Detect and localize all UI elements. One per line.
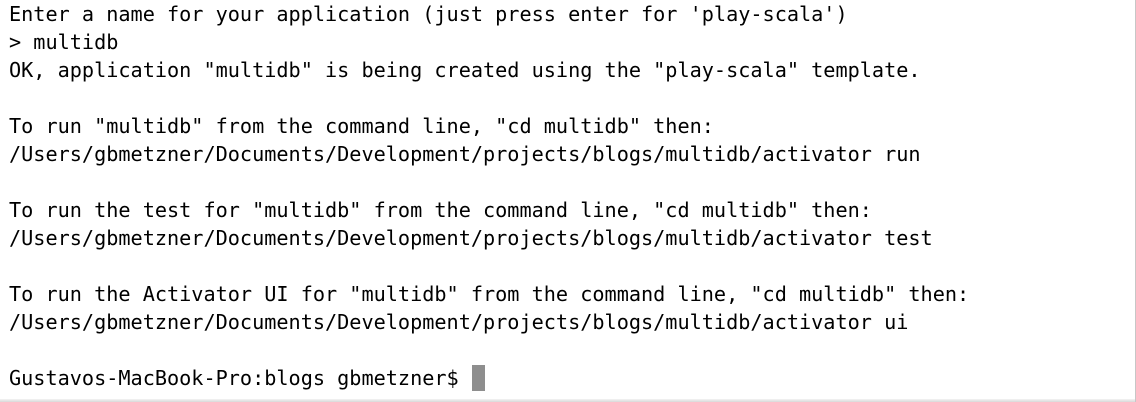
terminal-window[interactable]: Enter a name for your application (just … [0, 0, 1136, 402]
terminal-line: /Users/gbmetzner/Documents/Development/p… [9, 226, 933, 250]
text-cursor [471, 365, 485, 391]
shell-prompt-line[interactable]: Gustavos-MacBook-Pro:blogs gbmetzner$ [9, 364, 1135, 392]
terminal-line: To run "multidb" from the command line, … [9, 114, 714, 138]
terminal-line: OK, application "multidb" is being creat… [9, 58, 921, 82]
shell-prompt: Gustavos-MacBook-Pro:blogs gbmetzner$ [9, 366, 459, 390]
terminal-line: To run the test for "multidb" from the c… [9, 198, 872, 222]
terminal-line: Enter a name for your application (just … [9, 2, 848, 26]
terminal-line: /Users/gbmetzner/Documents/Development/p… [9, 142, 921, 166]
terminal-line: /Users/gbmetzner/Documents/Development/p… [9, 310, 909, 334]
terminal-line: To run the Activator UI for "multidb" fr… [9, 282, 970, 306]
terminal-line: > multidb [9, 30, 119, 54]
